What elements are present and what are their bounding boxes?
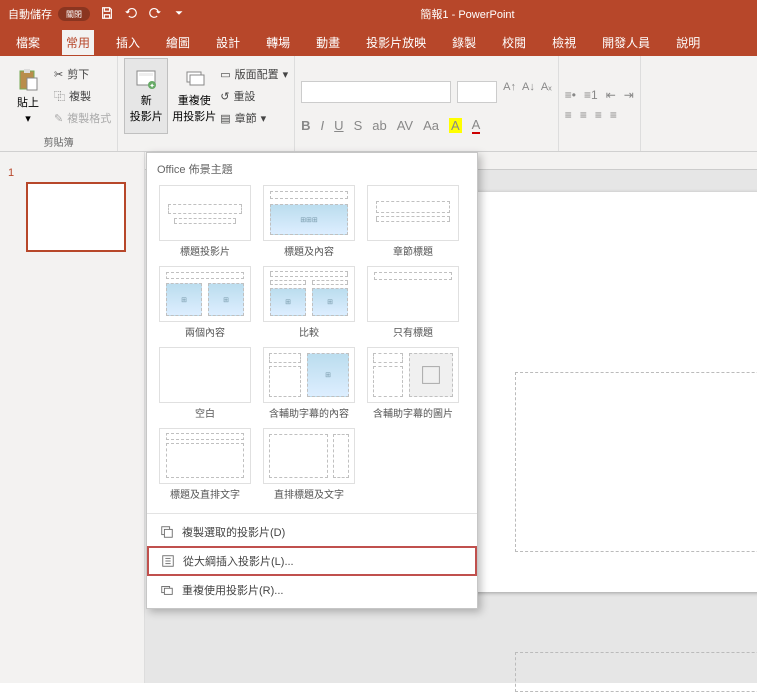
tab-home[interactable]: 常用	[62, 30, 94, 55]
duplicate-icon	[160, 525, 174, 539]
document-title: 簡報1 - PowerPoint	[186, 6, 749, 22]
new-slide-icon: ✦	[135, 68, 157, 90]
menu-duplicate-selected[interactable]: 複製選取的投影片(D)	[147, 518, 477, 546]
indent-dec-icon[interactable]: ⇤	[606, 88, 616, 102]
group-slides: ✦ 新 投影片 重複使 用投影片 ▭版面配置▾ ↺重設 ▤章節▾	[118, 56, 295, 151]
layout-content-caption[interactable]: ⊞ 含輔助字幕的內容	[259, 347, 359, 420]
layout-comparison[interactable]: ⊞⊞ 比較	[259, 266, 359, 339]
underline-button[interactable]: U	[334, 118, 343, 133]
group-paragraph: ≡• ≡1 ⇤ ⇥ ≡ ≡ ≡ ≡	[559, 56, 641, 151]
tab-developer[interactable]: 開發人員	[598, 30, 654, 55]
clipboard-icon	[18, 68, 38, 92]
bold-button[interactable]: B	[301, 118, 310, 133]
layout-blank[interactable]: 空白	[155, 347, 255, 420]
group-label-clipboard: 剪貼簿	[6, 134, 111, 151]
clear-format-icon[interactable]: Aₓ	[541, 81, 552, 103]
char-spacing-button[interactable]: AV	[397, 118, 413, 133]
theme-section-label: Office 佈景主題	[147, 157, 477, 181]
tab-animations[interactable]: 動畫	[312, 30, 344, 55]
title-bar: 自動儲存 關閉 簡報1 - PowerPoint	[0, 0, 757, 28]
tab-slideshow[interactable]: 投影片放映	[362, 30, 430, 55]
svg-text:✦: ✦	[149, 82, 155, 90]
quick-access-toolbar	[100, 6, 186, 23]
group-clipboard: 貼上 ▾ ✂剪下 ⿻複製 ✎複製格式 剪貼簿	[0, 56, 118, 151]
layout-vertical-title-text[interactable]: 直排標題及文字	[259, 428, 359, 501]
tab-design[interactable]: 設計	[212, 30, 244, 55]
layout-title-only[interactable]: 只有標題	[363, 266, 463, 339]
section-icon: ▤	[220, 112, 230, 125]
autosave-toggle[interactable]: 關閉	[58, 7, 90, 21]
layout-section-header[interactable]: 章節標題	[363, 185, 463, 258]
brush-icon: ✎	[54, 112, 63, 125]
save-icon[interactable]	[100, 6, 114, 23]
reset-icon: ↺	[220, 90, 229, 103]
group-label-slides	[124, 134, 288, 151]
group-font: A↑ A↓ Aₓ B I U S ab AV Aa A A	[295, 56, 559, 151]
new-slide-button[interactable]: ✦ 新 投影片	[124, 58, 168, 134]
layout-picture-caption[interactable]: 含輔助字幕的圖片	[363, 347, 463, 420]
layout-title-content[interactable]: ⊞⊞⊞ 標題及內容	[259, 185, 359, 258]
tab-transitions[interactable]: 轉場	[262, 30, 294, 55]
layout-vertical-text[interactable]: 標題及直排文字	[155, 428, 255, 501]
qat-dropdown-icon[interactable]	[172, 6, 186, 23]
align-right-icon[interactable]: ≡	[595, 108, 602, 122]
strike-button[interactable]: S	[354, 118, 363, 133]
scissors-icon: ✂	[54, 68, 63, 81]
slide-thumbnail-pane: 1	[0, 152, 145, 683]
font-family-select[interactable]	[301, 81, 451, 103]
font-size-select[interactable]	[457, 81, 497, 103]
reuse-icon	[183, 68, 205, 90]
reuse-slides-button[interactable]: 重複使 用投影片	[172, 58, 216, 134]
undo-icon[interactable]	[124, 6, 138, 23]
format-painter-button[interactable]: ✎複製格式	[54, 109, 111, 127]
placeholder-2[interactable]	[515, 652, 757, 692]
autosave-group: 自動儲存 關閉	[8, 6, 90, 22]
shadow-button[interactable]: ab	[372, 118, 386, 133]
slide-1-thumbnail[interactable]	[26, 182, 126, 252]
paste-button[interactable]: 貼上 ▾	[6, 58, 50, 134]
placeholder-1[interactable]	[515, 372, 757, 552]
copy-button[interactable]: ⿻複製	[54, 87, 111, 105]
tab-record[interactable]: 錄製	[448, 30, 480, 55]
layout-icon: ▭	[220, 68, 230, 81]
copy-icon: ⿻	[54, 88, 65, 104]
ribbon-tab-strip: 檔案 常用 插入 繪圖 設計 轉場 動畫 投影片放映 錄製 校閱 檢視 開發人員…	[0, 28, 757, 56]
tab-file[interactable]: 檔案	[12, 30, 44, 55]
reuse-slides-icon	[160, 583, 174, 597]
slide-number: 1	[8, 167, 14, 179]
tab-view[interactable]: 檢視	[548, 30, 580, 55]
menu-reuse-slides[interactable]: 重複使用投影片(R)...	[147, 576, 477, 604]
layout-button[interactable]: ▭版面配置▾	[220, 65, 288, 83]
align-center-icon[interactable]: ≡	[580, 108, 587, 122]
italic-button[interactable]: I	[321, 118, 325, 133]
layout-two-content[interactable]: ⊞⊞ 兩個內容	[155, 266, 255, 339]
highlight-button[interactable]: A	[449, 118, 462, 133]
layout-grid: 標題投影片 ⊞⊞⊞ 標題及內容 章節標題 ⊞⊞ 兩個內容 ⊞⊞ 比較 只有標題 …	[147, 181, 477, 509]
layout-title-slide[interactable]: 標題投影片	[155, 185, 255, 258]
justify-icon[interactable]: ≡	[610, 108, 617, 122]
chevron-down-icon: ▾	[25, 112, 31, 125]
font-color-button[interactable]: A	[472, 117, 481, 134]
indent-inc-icon[interactable]: ⇥	[624, 88, 634, 102]
redo-icon[interactable]	[148, 6, 162, 23]
bullets-icon[interactable]: ≡•	[565, 88, 576, 102]
align-left-icon[interactable]: ≡	[565, 108, 572, 122]
cut-button[interactable]: ✂剪下	[54, 65, 111, 83]
reset-button[interactable]: ↺重設	[220, 87, 288, 105]
autosave-label: 自動儲存	[8, 6, 52, 22]
picture-icon	[410, 354, 452, 396]
menu-slides-from-outline[interactable]: 從大綱插入投影片(L)...	[147, 546, 477, 576]
tab-review[interactable]: 校閱	[498, 30, 530, 55]
new-slide-dropdown: Office 佈景主題 標題投影片 ⊞⊞⊞ 標題及內容 章節標題 ⊞⊞ 兩個內容…	[146, 152, 478, 609]
ribbon: 貼上 ▾ ✂剪下 ⿻複製 ✎複製格式 剪貼簿 ✦ 新 投影片 重複使 用投影片 …	[0, 56, 757, 152]
tab-help[interactable]: 說明	[672, 30, 704, 55]
tab-draw[interactable]: 繪圖	[162, 30, 194, 55]
decrease-font-icon[interactable]: A↓	[522, 81, 535, 103]
outline-icon	[161, 554, 175, 568]
increase-font-icon[interactable]: A↑	[503, 81, 516, 103]
numbering-icon[interactable]: ≡1	[584, 88, 598, 102]
tab-insert[interactable]: 插入	[112, 30, 144, 55]
change-case-button[interactable]: Aa	[423, 118, 439, 133]
section-button[interactable]: ▤章節▾	[220, 109, 288, 127]
